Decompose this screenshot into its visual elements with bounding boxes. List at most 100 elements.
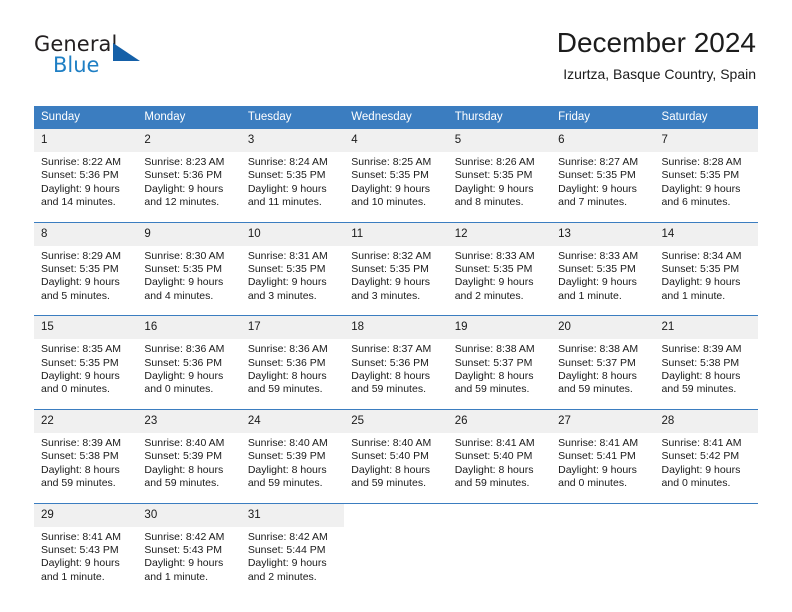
day-number: 13 — [551, 222, 655, 246]
day-number: 27 — [551, 409, 655, 433]
day-sun-info: Sunrise: 8:40 AM Sunset: 5:39 PM Daylight:… — [137, 433, 240, 503]
day-cell[interactable]: 6 Sunrise: 8:27 AM Sunset: 5:35 PM Daylight… — [551, 129, 655, 222]
day-cell[interactable]: 18 Sunrise: 8:37 AM Sunset: 5:36 PM Dayligh… — [344, 316, 448, 409]
daylight-text-line2: and 2 minutes. — [454, 289, 524, 302]
weekday-header-thursday: Thursday — [454, 111, 503, 123]
calendar-grid: Sunday Monday Tuesday Wednesday Thursday Frid… — [34, 106, 758, 597]
day-cell[interactable]: 11 Sunrise: 8:32 AM Sunset: 5:35 PM Dayligh… — [344, 222, 448, 316]
sunset-text: Sunset: 5:35 PM — [558, 263, 636, 276]
day-number: 30 — [137, 503, 241, 527]
sunrise-text: Sunrise: 8:27 AM — [558, 156, 639, 168]
sunrise-text: Sunrise: 8:23 AM — [144, 156, 225, 168]
day-sun-info: Sunrise: 8:28 AM Sunset: 5:35 PM Daylight:… — [655, 152, 758, 222]
day-cell[interactable]: 22 Sunrise: 8:39 AM Sunset: 5:38 PM Dayligh… — [34, 409, 138, 503]
day-cell[interactable]: 4 Sunrise: 8:25 AM Sunset: 5:35 PM Daylight… — [344, 129, 448, 222]
daylight-text-line1: Daylight: 9 hours — [247, 557, 327, 570]
day-cell[interactable]: 26 Sunrise: 8:41 AM Sunset: 5:40 PM Dayligh… — [447, 409, 552, 503]
calendar-week-row: 15 Sunrise: 8:35 AM Sunset: 5:35 PM Dayligh… — [34, 315, 758, 409]
day-sun-info: Sunrise: 8:37 AM Sunset: 5:36 PM Daylight:… — [344, 339, 447, 409]
sunset-text: Sunset: 5:41 PM — [558, 450, 636, 463]
daylight-text-line2: and 10 minutes. — [351, 196, 426, 209]
day-cell[interactable]: 15 Sunrise: 8:35 AM Sunset: 5:35 PM Dayligh… — [34, 316, 138, 409]
weekday-header-wednesday: Wednesday — [351, 111, 412, 123]
daylight-text-line1: Daylight: 8 hours — [247, 370, 327, 383]
daylight-text-line1: Daylight: 9 hours — [41, 182, 120, 195]
daylight-text-line1: Daylight: 9 hours — [144, 182, 224, 195]
day-sun-info: Sunrise: 8:31 AM Sunset: 5:35 PM Daylight:… — [241, 246, 344, 316]
day-sun-info: Sunrise: 8:38 AM Sunset: 5:37 PM Daylight:… — [448, 339, 551, 409]
sunrise-text: Sunrise: 8:35 AM — [41, 343, 121, 356]
day-cell[interactable]: 7 Sunrise: 8:28 AM Sunset: 5:35 PM Daylight… — [654, 129, 758, 222]
sunset-text: Sunset: 5:35 PM — [144, 263, 223, 276]
day-cell[interactable]: 30 Sunrise: 8:42 AM Sunset: 5:43 PM Dayligh… — [137, 503, 241, 597]
day-number: 17 — [240, 316, 345, 340]
calendar-week-row: 8 Sunrise: 8:29 AM Sunset: 5:35 PM Daylight… — [34, 221, 758, 316]
day-sun-info: Sunrise: 8:36 AM Sunset: 5:36 PM Daylight:… — [241, 339, 344, 409]
day-sun-info: Sunrise: 8:36 AM Sunset: 5:36 PM Daylight:… — [137, 339, 240, 409]
day-sun-info: Sunrise: 8:38 AM Sunset: 5:37 PM Daylight:… — [551, 339, 654, 409]
daylight-text-line2: and 3 minutes. — [247, 289, 317, 302]
day-number: 11 — [344, 222, 448, 246]
day-cell[interactable]: 10 Sunrise: 8:31 AM Sunset: 5:35 PM Dayligh… — [240, 222, 345, 316]
day-number: 19 — [447, 316, 552, 340]
daylight-text-line2: and 59 minutes. — [41, 477, 116, 490]
day-cell[interactable]: 28 Sunrise: 8:41 AM Sunset: 5:42 PM Dayligh… — [654, 409, 758, 503]
day-number: 21 — [654, 316, 758, 340]
location-subtitle: Izurtza, Basque Country, Spain — [563, 66, 756, 82]
daylight-text-line2: and 59 minutes. — [351, 383, 426, 396]
general-blue-logo[interactable]: General Blue — [34, 32, 154, 80]
day-cell[interactable]: 20 Sunrise: 8:38 AM Sunset: 5:37 PM Dayligh… — [551, 316, 655, 409]
daylight-text-line1: Daylight: 9 hours — [558, 182, 637, 195]
day-cell[interactable]: 27 Sunrise: 8:41 AM Sunset: 5:41 PM Dayligh… — [551, 409, 655, 503]
daylight-text-line2: and 0 minutes. — [41, 383, 110, 396]
day-cell[interactable]: 23 Sunrise: 8:40 AM Sunset: 5:39 PM Dayligh… — [137, 409, 241, 503]
day-cell[interactable]: 12 Sunrise: 8:33 AM Sunset: 5:35 PM Dayligh… — [447, 222, 552, 316]
day-cell[interactable]: 9 Sunrise: 8:30 AM Sunset: 5:35 PM Daylight… — [137, 222, 241, 316]
day-cell[interactable]: 2 Sunrise: 8:23 AM Sunset: 5:36 PM Daylight… — [137, 129, 241, 222]
sunset-text: Sunset: 5:36 PM — [351, 356, 429, 369]
sunrise-text: Sunrise: 8:37 AM — [351, 343, 432, 356]
day-cell[interactable]: 5 Sunrise: 8:26 AM Sunset: 5:35 PM Daylight… — [447, 129, 552, 222]
day-sun-info: Sunrise: 8:42 AM Sunset: 5:44 PM Daylight:… — [241, 527, 344, 597]
sunset-text: Sunset: 5:36 PM — [41, 169, 119, 182]
daylight-text-line2: and 59 minutes. — [661, 383, 737, 396]
day-cell[interactable]: 14 Sunrise: 8:34 AM Sunset: 5:35 PM Dayligh… — [654, 222, 758, 316]
daylight-text-line2: and 59 minutes. — [454, 383, 530, 396]
day-cell[interactable]: 17 Sunrise: 8:36 AM Sunset: 5:36 PM Dayligh… — [240, 316, 345, 409]
daylight-text-line2: and 0 minutes. — [144, 383, 214, 396]
day-number: 28 — [654, 409, 758, 433]
day-cell[interactable]: 31 Sunrise: 8:42 AM Sunset: 5:44 PM Dayligh… — [240, 503, 345, 597]
sunset-text: Sunset: 5:39 PM — [247, 450, 326, 463]
daylight-text-line2: and 0 minutes. — [558, 477, 627, 490]
day-sun-info: Sunrise: 8:41 AM Sunset: 5:43 PM Daylight:… — [34, 527, 137, 597]
day-number — [551, 503, 655, 527]
day-cell[interactable]: 16 Sunrise: 8:36 AM Sunset: 5:36 PM Dayligh… — [137, 316, 241, 409]
title-block: December 2024 Izurtza, Basque Country, S… — [557, 26, 756, 83]
day-sun-info: Sunrise: 8:23 AM Sunset: 5:36 PM Daylight:… — [137, 152, 240, 222]
day-number — [447, 503, 552, 527]
day-cell[interactable]: 21 Sunrise: 8:39 AM Sunset: 5:38 PM Dayligh… — [654, 316, 758, 409]
day-cell[interactable]: 13 Sunrise: 8:33 AM Sunset: 5:35 PM Dayligh… — [551, 222, 655, 316]
day-cell[interactable]: 1 Sunrise: 8:22 AM Sunset: 5:36 PM Daylight… — [34, 129, 138, 222]
sunset-text: Sunset: 5:35 PM — [661, 169, 740, 182]
day-cell[interactable]: 8 Sunrise: 8:29 AM Sunset: 5:35 PM Daylight… — [34, 222, 138, 316]
calendar-week-row: 29 Sunrise: 8:41 AM Sunset: 5:43 PM Dayligh… — [34, 502, 758, 597]
day-sun-info: Sunrise: 8:27 AM Sunset: 5:35 PM Daylight:… — [551, 152, 654, 222]
sunrise-text: Sunrise: 8:41 AM — [454, 436, 535, 449]
day-cell[interactable]: 19 Sunrise: 8:38 AM Sunset: 5:37 PM Dayligh… — [447, 316, 552, 409]
daylight-text-line1: Daylight: 9 hours — [351, 276, 431, 289]
day-number: 14 — [654, 222, 758, 246]
day-sun-info: Sunrise: 8:40 AM Sunset: 5:40 PM Daylight:… — [344, 433, 447, 503]
day-cell[interactable]: 24 Sunrise: 8:40 AM Sunset: 5:39 PM Dayligh… — [240, 409, 345, 503]
sunrise-text: Sunrise: 8:26 AM — [454, 156, 535, 168]
day-cell[interactable]: 25 Sunrise: 8:40 AM Sunset: 5:40 PM Dayligh… — [344, 409, 448, 503]
daylight-text-line1: Daylight: 8 hours — [41, 463, 120, 476]
sunrise-text: Sunrise: 8:38 AM — [558, 343, 639, 356]
daylight-text-line1: Daylight: 9 hours — [661, 182, 741, 195]
day-cell[interactable]: 29 Sunrise: 8:41 AM Sunset: 5:43 PM Dayligh… — [34, 503, 138, 597]
calendar-week-row: 1 Sunrise: 8:22 AM Sunset: 5:36 PM Daylight… — [34, 129, 758, 222]
daylight-text-line2: and 59 minutes. — [144, 477, 220, 490]
day-cell[interactable]: 3 Sunrise: 8:24 AM Sunset: 5:35 PM Daylight… — [240, 129, 345, 222]
sunrise-text: Sunrise: 8:34 AM — [661, 249, 742, 262]
daylight-text-line1: Daylight: 8 hours — [661, 370, 741, 383]
